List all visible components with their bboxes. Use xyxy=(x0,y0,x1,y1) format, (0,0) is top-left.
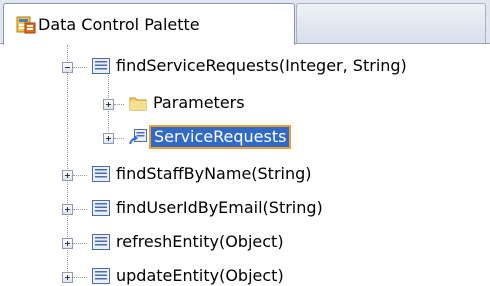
tab-inactive[interactable] xyxy=(296,3,486,43)
expand-icon[interactable] xyxy=(103,133,114,144)
tree-connector xyxy=(114,138,124,139)
expand-icon[interactable] xyxy=(62,170,73,181)
collapse-icon[interactable] xyxy=(62,62,73,73)
expand-icon[interactable] xyxy=(62,204,73,215)
expand-icon[interactable] xyxy=(103,99,114,110)
method-icon xyxy=(92,200,110,216)
tab-strip: Data Control Palette xyxy=(0,0,490,45)
tree-connector xyxy=(73,277,87,278)
data-control-palette-window: Data Control Palette findServiceRequests… xyxy=(0,0,490,286)
tree-node-label: refreshEntity(Object) xyxy=(116,232,284,251)
method-icon xyxy=(92,268,110,284)
tree-node-label-selected: ServiceRequests xyxy=(148,125,292,149)
expand-icon[interactable] xyxy=(62,272,73,283)
tree-node-label: findUserIdByEmail(String) xyxy=(116,198,323,217)
tree-connector xyxy=(73,175,87,176)
tree-connector xyxy=(73,209,87,210)
tree-node-label: updateEntity(Object) xyxy=(116,266,284,285)
data-control-palette-icon xyxy=(16,16,36,34)
method-icon xyxy=(92,234,110,250)
tree-node-label: findServiceRequests(Integer, String) xyxy=(116,56,407,75)
tree-connector xyxy=(73,243,87,244)
tree-connector xyxy=(73,67,87,68)
tab-label: Data Control Palette xyxy=(38,15,200,34)
method-icon xyxy=(92,58,110,74)
folder-icon xyxy=(129,97,147,111)
collection-icon xyxy=(129,129,147,145)
tab-data-control-palette[interactable]: Data Control Palette xyxy=(3,3,295,45)
expand-icon[interactable] xyxy=(62,238,73,249)
method-icon xyxy=(92,166,110,182)
tree-connector xyxy=(114,104,124,105)
tree-node-label: findStaffByName(String) xyxy=(116,164,312,183)
data-control-tree: findServiceRequests(Integer, String) Par… xyxy=(0,45,490,286)
tree-node-label: Parameters xyxy=(153,93,245,112)
